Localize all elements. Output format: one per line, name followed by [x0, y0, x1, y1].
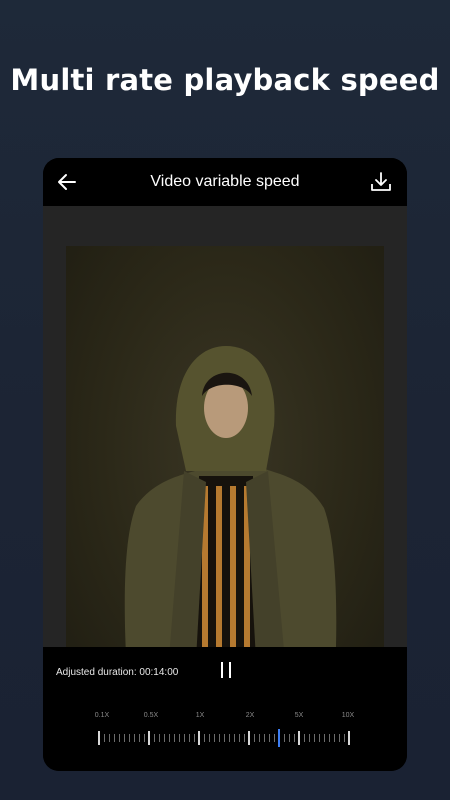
promo-headline: Multi rate playback speed	[10, 63, 440, 97]
speed-minor-tick	[218, 734, 220, 742]
speed-slider-handle[interactable]	[278, 729, 280, 747]
speed-minor-tick	[283, 734, 285, 742]
speed-minor-tick	[293, 734, 295, 742]
speed-minor-tick	[268, 734, 270, 742]
speed-minor-tick	[163, 734, 165, 742]
speed-minor-tick	[318, 734, 320, 742]
speed-minor-tick	[343, 734, 345, 742]
speed-minor-tick	[228, 734, 230, 742]
speed-minor-tick	[188, 734, 190, 742]
speed-major-tick	[298, 731, 300, 745]
speed-minor-tick	[183, 734, 185, 742]
speed-minor-tick	[133, 734, 135, 742]
speed-minor-tick	[223, 734, 225, 742]
speed-major-tick	[98, 731, 100, 745]
speed-minor-tick	[303, 734, 305, 742]
speed-minor-tick	[123, 734, 125, 742]
speed-minor-tick	[203, 734, 205, 742]
pause-icon[interactable]	[218, 660, 234, 680]
speed-label-10x: 10X	[341, 712, 355, 719]
speed-minor-tick	[178, 734, 180, 742]
download-icon[interactable]	[369, 170, 393, 194]
speed-minor-tick	[158, 734, 160, 742]
speed-major-tick	[348, 731, 350, 745]
speed-minor-tick	[273, 734, 275, 742]
speed-minor-tick	[103, 734, 105, 742]
speed-minor-tick	[313, 734, 315, 742]
speed-minor-tick	[113, 734, 115, 742]
speed-minor-tick	[333, 734, 335, 742]
speed-major-tick	[148, 731, 150, 745]
speed-label-0.1x: 0.1X	[94, 712, 110, 719]
speed-minor-tick	[288, 734, 290, 742]
speed-minor-tick	[208, 734, 210, 742]
person-image	[124, 346, 337, 695]
video-preview[interactable]	[66, 246, 384, 695]
speed-minor-tick	[233, 734, 235, 742]
speed-minor-tick	[328, 734, 330, 742]
speed-minor-tick	[108, 734, 110, 742]
speed-label-5x: 5X	[294, 712, 304, 719]
speed-slider[interactable]	[98, 727, 350, 749]
speed-minor-tick	[143, 734, 145, 742]
app-header: Video variable speed	[43, 158, 407, 206]
speed-minor-tick	[238, 734, 240, 742]
speed-minor-tick	[263, 734, 265, 742]
speed-label-1x: 1X	[195, 712, 205, 719]
adjusted-duration-label: Adjusted duration: 00:14:00	[56, 667, 179, 678]
phone-screen: Video variable speed Adjusted duration: …	[43, 158, 407, 771]
speed-minor-tick	[323, 734, 325, 742]
speed-minor-tick	[213, 734, 215, 742]
speed-label-0.5x: 0.5X	[143, 712, 159, 719]
speed-minor-tick	[243, 734, 245, 742]
speed-minor-tick	[173, 734, 175, 742]
screen-title: Video variable speed	[150, 173, 300, 190]
speed-minor-tick	[338, 734, 340, 742]
speed-minor-tick	[168, 734, 170, 742]
speed-minor-tick	[193, 734, 195, 742]
speed-minor-tick	[258, 734, 260, 742]
speed-label-2x: 2X	[245, 712, 255, 719]
speed-controls-panel: Adjusted duration: 00:14:00 0.1X 0.5X 1X…	[43, 647, 407, 771]
speed-minor-tick	[153, 734, 155, 742]
speed-minor-tick	[128, 734, 130, 742]
speed-minor-tick	[118, 734, 120, 742]
speed-minor-tick	[308, 734, 310, 742]
speed-major-tick	[248, 731, 250, 745]
speed-major-tick	[198, 731, 200, 745]
speed-minor-tick	[253, 734, 255, 742]
video-preview-area	[43, 206, 407, 695]
speed-minor-tick	[138, 734, 140, 742]
